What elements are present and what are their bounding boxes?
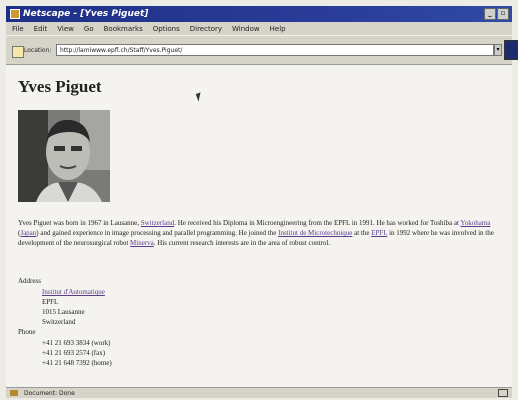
menu-bar: File Edit View Go Bookmarks Options Dire… <box>6 22 512 35</box>
phone-block: +41 21 693 3834 (work) +41 21 693 2574 (… <box>42 338 112 368</box>
bio-paragraph: Yves Piguet was born in 1967 in Lausanne… <box>18 218 506 248</box>
security-key-icon <box>10 390 18 396</box>
netscape-app-icon <box>10 9 20 19</box>
title-bar: Netscape - [Yves Piguet] _ ▫ <box>6 6 512 22</box>
bio-text-4: ) and gained experience in image process… <box>36 229 279 237</box>
link-minerva[interactable]: Minerva <box>130 239 154 247</box>
link-switzerland[interactable]: Switzerland <box>141 219 174 227</box>
mouse-cursor-icon <box>195 92 204 102</box>
menu-bookmarks[interactable]: Bookmarks <box>104 25 143 33</box>
menu-window[interactable]: Window <box>232 25 260 33</box>
location-dropdown-button[interactable]: ▾ <box>494 44 502 56</box>
location-input[interactable]: http://lamiwww.epfl.ch/Staff/Yves.Piguet… <box>56 44 494 56</box>
address-line: EPFL <box>42 298 59 306</box>
status-text: Document: Done <box>24 389 75 397</box>
link-epfl[interactable]: EPFL <box>371 229 387 237</box>
link-japan[interactable]: Japan <box>20 229 36 237</box>
address-label: Address <box>18 277 41 285</box>
phone-home: +41 21 648 7392 (home) <box>42 359 112 367</box>
menu-edit[interactable]: Edit <box>34 25 48 33</box>
link-institut-microtechnique[interactable]: Institut de Microtechnique <box>278 229 352 237</box>
link-yokohama[interactable]: Yokohama <box>460 219 490 227</box>
page-content: Yves Piguet Yves Piguet was born in 1967… <box>6 65 512 387</box>
netscape-logo-icon <box>504 40 518 60</box>
bookmark-icon[interactable] <box>12 46 24 58</box>
phone-fax: +41 21 693 2574 (fax) <box>42 349 106 357</box>
address-line: Switzerland <box>42 318 76 326</box>
menu-options[interactable]: Options <box>153 25 180 33</box>
bio-text-1: Yves Piguet was born in 1967 in Lausanne… <box>18 219 141 227</box>
status-bar: Document: Done <box>6 387 512 398</box>
bio-text-5: at the <box>352 229 372 237</box>
window-title: Netscape - [Yves Piguet] <box>23 9 149 19</box>
page-title: Yves Piguet <box>18 77 102 96</box>
address-line: 1015 Lausanne <box>42 308 85 316</box>
menu-help[interactable]: Help <box>270 25 286 33</box>
mail-icon[interactable] <box>498 389 508 397</box>
phone-label: Phone <box>18 328 36 336</box>
minimize-button[interactable]: _ <box>484 8 496 20</box>
phone-work: +41 21 693 3834 (work) <box>42 339 111 347</box>
menu-view[interactable]: View <box>57 25 74 33</box>
address-block: Institut d'Automatique EPFL 1015 Lausann… <box>42 287 105 327</box>
menu-directory[interactable]: Directory <box>190 25 222 33</box>
location-toolbar: Location: http://lamiwww.epfl.ch/Staff/Y… <box>6 35 518 65</box>
location-label: Location: <box>24 47 52 54</box>
portrait-photo <box>18 110 110 202</box>
menu-file[interactable]: File <box>12 25 24 33</box>
menu-go[interactable]: Go <box>84 25 94 33</box>
bio-text-7: . His current research interests are in … <box>153 239 331 247</box>
bio-text-2: . He received his Diploma in Microengine… <box>174 219 461 227</box>
link-institut-automatique[interactable]: Institut d'Automatique <box>42 288 105 296</box>
maximize-button[interactable]: ▫ <box>497 8 509 20</box>
